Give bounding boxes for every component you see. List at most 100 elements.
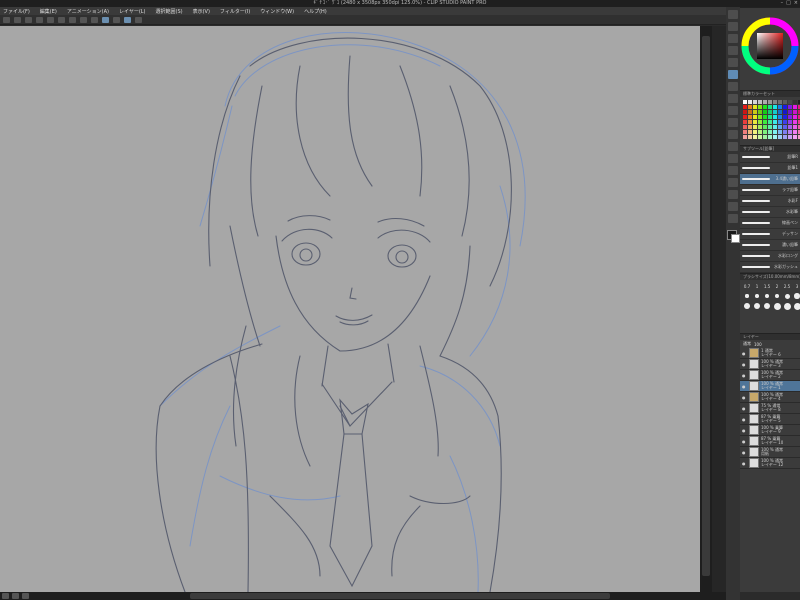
color-wheel[interactable] (740, 8, 800, 88)
color-swatch[interactable] (763, 105, 767, 109)
color-swatch[interactable] (758, 100, 762, 104)
color-swatch[interactable] (748, 100, 752, 104)
color-swatch[interactable] (778, 130, 782, 134)
color-swatch[interactable] (768, 110, 772, 114)
color-swatch[interactable] (758, 115, 762, 119)
layer-row[interactable]: ● 100 % 通常 レイヤー 3 (740, 359, 800, 370)
brush-item[interactable]: 鉛筆1 (740, 163, 800, 174)
layer-row[interactable]: ● 100 % 通常 レイヤー 1 (740, 381, 800, 392)
info-icon[interactable] (135, 16, 142, 23)
color-swatch[interactable] (788, 105, 792, 109)
color-swatch[interactable] (763, 100, 767, 104)
color-swatch[interactable] (773, 110, 777, 114)
brush-size-option[interactable] (743, 302, 751, 310)
color-swatch[interactable] (783, 115, 787, 119)
color-swatch[interactable] (773, 130, 777, 134)
color-swatch[interactable] (778, 120, 782, 124)
color-swatch[interactable] (778, 115, 782, 119)
color-swatch[interactable] (788, 135, 792, 139)
vertical-scroll-thumb[interactable] (702, 36, 710, 576)
redo-icon[interactable] (58, 16, 65, 23)
menu-view[interactable]: 表示(V) (193, 8, 210, 15)
color-swatch[interactable] (748, 125, 752, 129)
color-swatch[interactable] (743, 115, 747, 119)
pen-icon[interactable] (728, 70, 738, 79)
color-swatch[interactable] (758, 135, 762, 139)
color-swatch[interactable] (778, 105, 782, 109)
zoom-out-icon[interactable] (12, 593, 19, 599)
drawing-canvas[interactable] (0, 26, 700, 592)
brush-size-option[interactable] (743, 292, 751, 300)
layer-row[interactable]: ● 100 % 通常 レイヤー 2 (740, 370, 800, 381)
color-swatch[interactable] (768, 115, 772, 119)
color-swatch[interactable] (793, 105, 797, 109)
new-file-icon[interactable] (14, 16, 21, 23)
transform-icon[interactable] (91, 16, 98, 23)
color-swatch[interactable] (788, 115, 792, 119)
eye-icon[interactable]: ● (742, 351, 747, 356)
menu-selection[interactable]: 選択範囲(S) (156, 8, 183, 15)
color-swatch[interactable] (743, 105, 747, 109)
save-icon[interactable] (36, 16, 43, 23)
color-swatch[interactable] (743, 125, 747, 129)
color-swatch[interactable] (778, 110, 782, 114)
color-swatch[interactable] (783, 100, 787, 104)
brush-item[interactable]: 水彩ガッシュ (740, 262, 800, 273)
color-swatch[interactable] (768, 125, 772, 129)
brush-size-option[interactable]: 2.5 (783, 282, 791, 290)
color-swatch[interactable] (758, 105, 762, 109)
color-swatch[interactable] (788, 130, 792, 134)
eye-icon[interactable]: ● (742, 461, 747, 466)
color-swatch[interactable] (763, 130, 767, 134)
eye-icon[interactable]: ● (742, 373, 747, 378)
color-swatch[interactable] (753, 105, 757, 109)
eye-icon[interactable]: ● (742, 439, 747, 444)
zoom-tool-icon[interactable] (728, 10, 738, 19)
color-swatch[interactable] (773, 120, 777, 124)
color-swatch[interactable] (773, 105, 777, 109)
color-swatch[interactable] (758, 110, 762, 114)
color-swatch[interactable] (753, 120, 757, 124)
eye-icon[interactable]: ● (742, 362, 747, 367)
eye-icon[interactable]: ● (742, 395, 747, 400)
figure-tool-icon[interactable] (728, 166, 738, 175)
brush-size-option[interactable]: 1.5 (763, 282, 771, 290)
layer-row[interactable]: ● 100 % 通常 レイヤー 4 (740, 392, 800, 403)
brush-item[interactable]: ラフ鉛筆 (740, 185, 800, 196)
maximize-icon[interactable]: □ (786, 0, 791, 7)
layer-row[interactable]: ● 75 % 通常 レイヤー 8 (740, 403, 800, 414)
color-swatch[interactable] (768, 130, 772, 134)
brush-size-option[interactable] (793, 292, 800, 300)
color-swatch[interactable] (793, 115, 797, 119)
color-swatch[interactable] (758, 125, 762, 129)
snap-perspective-icon[interactable] (124, 16, 131, 23)
color-indicator[interactable] (727, 230, 740, 243)
brush-size-option[interactable] (793, 302, 800, 310)
color-swatch[interactable] (788, 110, 792, 114)
navigator-icon[interactable] (2, 593, 9, 599)
color-swatch[interactable] (753, 130, 757, 134)
menu-file[interactable]: ファイル(F) (3, 8, 30, 15)
color-swatch[interactable] (758, 120, 762, 124)
menu-filter[interactable]: フィルター(I) (220, 8, 250, 15)
color-swatch[interactable] (748, 120, 752, 124)
color-swatch[interactable] (783, 120, 787, 124)
blend-mode-select[interactable]: 通常 (743, 341, 751, 347)
color-swatch[interactable] (793, 135, 797, 139)
color-swatch[interactable] (743, 135, 747, 139)
color-swatch[interactable] (763, 110, 767, 114)
brush-size-option[interactable]: 3 (793, 282, 800, 290)
color-swatch[interactable] (748, 110, 752, 114)
color-swatch[interactable] (768, 135, 772, 139)
color-swatch[interactable] (793, 130, 797, 134)
ruler-tool-icon[interactable] (728, 202, 738, 211)
eraser-tool-icon[interactable] (728, 118, 738, 127)
fill-icon[interactable] (80, 16, 87, 23)
horizontal-scrollbar[interactable] (0, 592, 726, 600)
snap-ruler-icon[interactable] (102, 16, 109, 23)
fill-tool-icon[interactable] (728, 142, 738, 151)
correct-line-tool-icon[interactable] (728, 214, 738, 223)
layer-row[interactable]: ● 100 % 通常 レイヤー 12 (740, 458, 800, 469)
color-swatch[interactable] (783, 105, 787, 109)
brush-item[interactable]: 鉛筆R (740, 152, 800, 163)
